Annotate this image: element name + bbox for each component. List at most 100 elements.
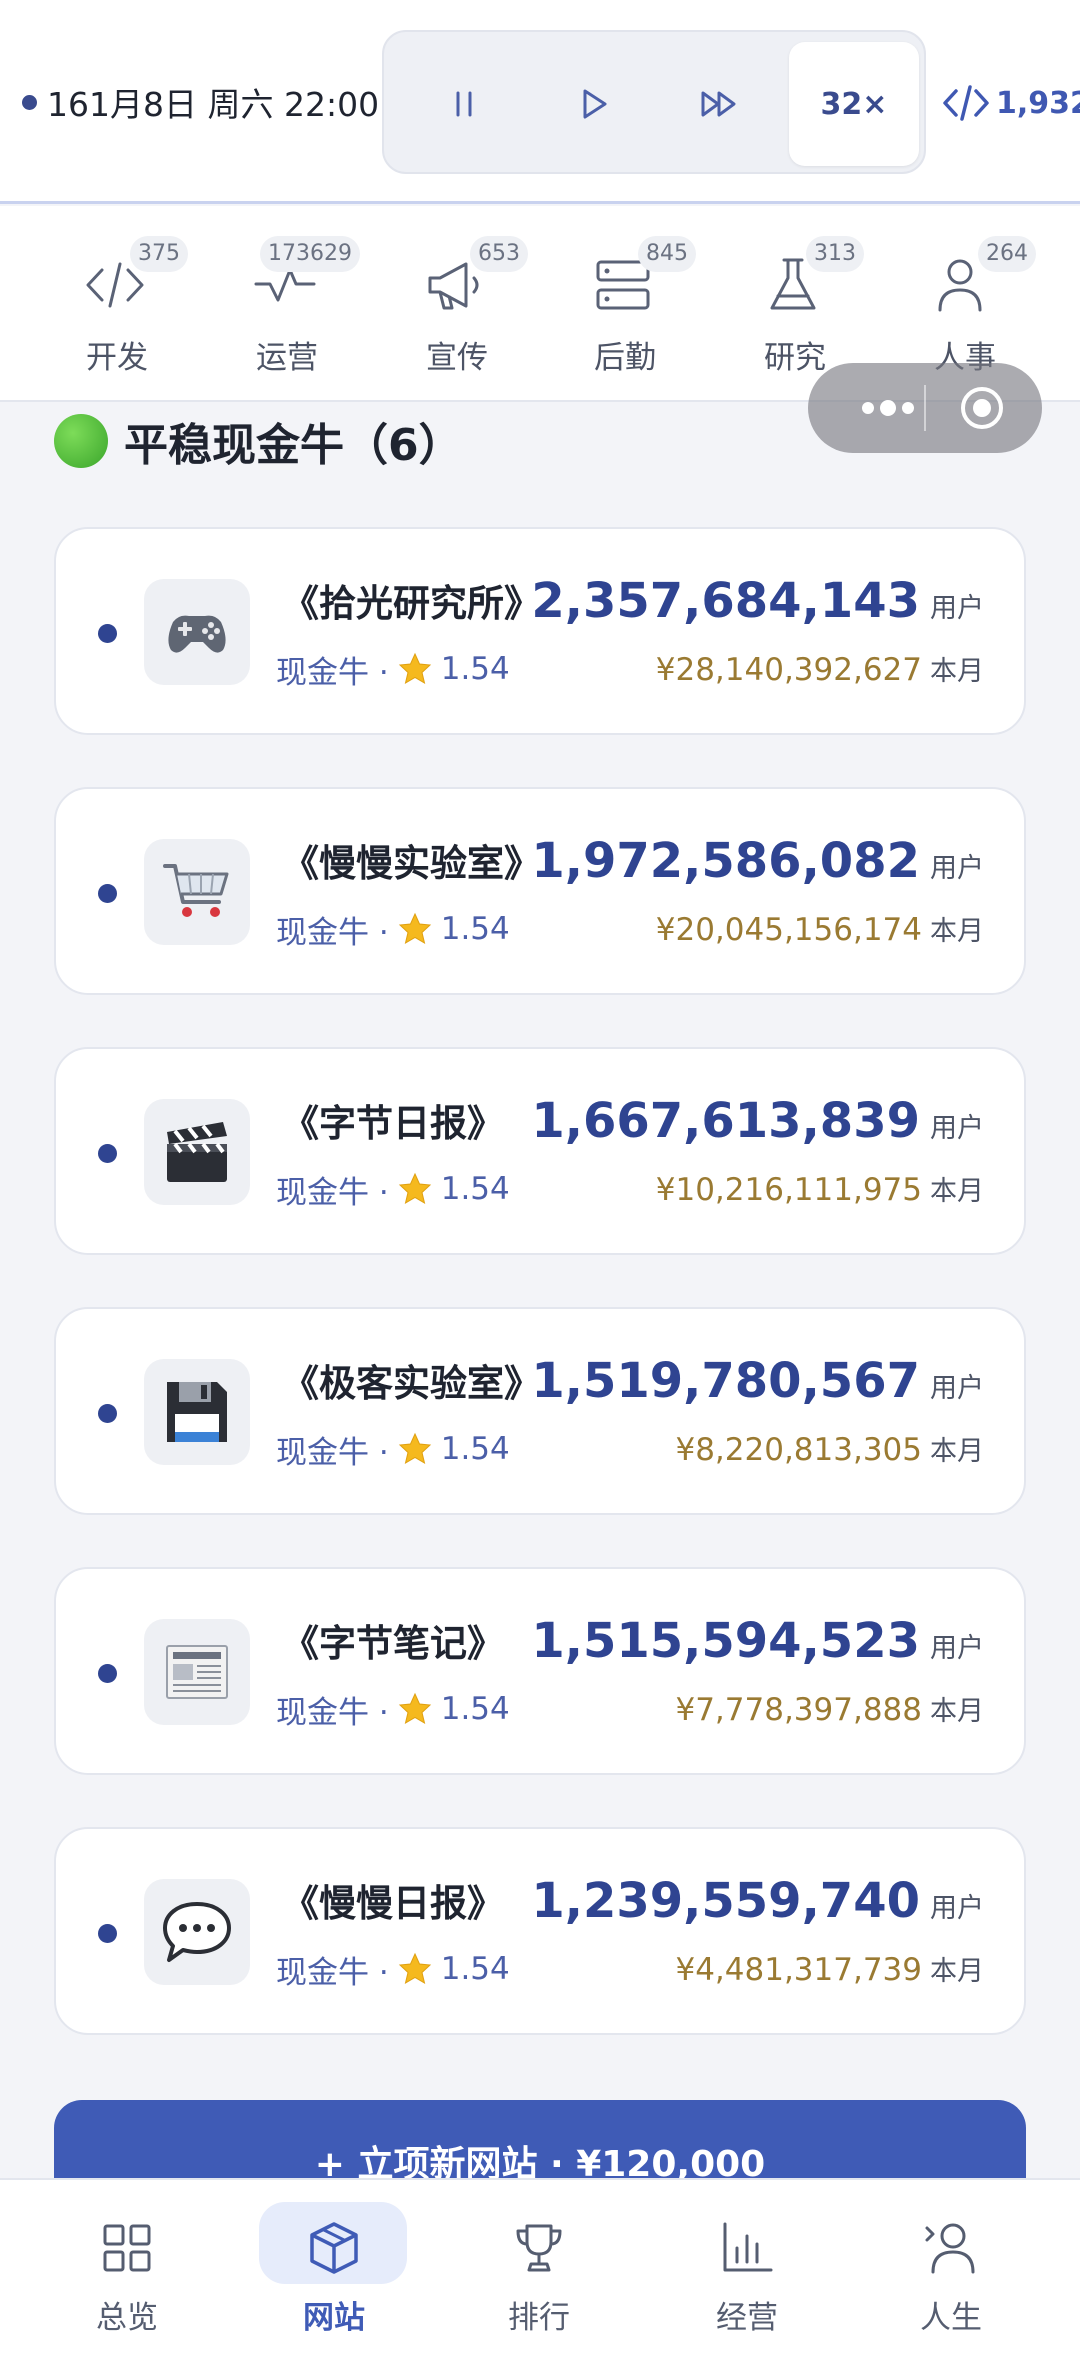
site-rating: 1.54 [440, 1171, 510, 1207]
resource-logistics[interactable]: 845 后勤 [550, 230, 700, 390]
speed-controls: 32× [382, 30, 926, 174]
bottom-nav: 总览 网站 排行 经营 人生 [0, 2178, 1080, 2363]
site-card[interactable]: 《字节笔记》 现金牛 · 1.54 1,515,594,523 用户 ¥7,77… [54, 1567, 1026, 1775]
site-card[interactable]: 《慢慢实验室》 现金牛 · 1.54 1,972,586,082 用户 ¥20,… [54, 787, 1026, 995]
site-revenue-unit: 本月 [930, 1956, 984, 1987]
site-name: 《字节日报》 [282, 1102, 504, 1145]
site-card[interactable]: 《拾光研究所》 现金牛 · 1.54 2,357,684,143 用户 ¥28,… [54, 527, 1026, 735]
resource-marketing[interactable]: 653 宣传 [382, 230, 532, 390]
more-options-icon[interactable] [852, 391, 924, 425]
site-users-value: 2,357,684,143 [531, 573, 920, 629]
nav-overview[interactable]: 总览 [52, 2202, 202, 2352]
play-icon [583, 89, 607, 119]
site-meta: 现金牛 · 1.54 [276, 907, 510, 951]
site-users: 1,667,613,839 用户 [531, 1093, 984, 1159]
resource-logistics-label: 后勤 [594, 340, 656, 376]
site-revenue-unit: 本月 [930, 1696, 984, 1727]
game-date-text: 161月8日 周六 22:00 [47, 85, 380, 124]
site-name: 《拾光研究所》 [282, 582, 541, 625]
star-icon [398, 1432, 431, 1465]
nav-websites[interactable]: 网站 [259, 2202, 409, 2352]
capsule-divider [924, 385, 926, 431]
site-tag: 现金牛 · [276, 1434, 389, 1471]
resource-ops[interactable]: 173629 运营 [212, 230, 362, 390]
site-users-unit: 用户 [930, 853, 984, 884]
site-revenue-value: ¥20,045,156,174 [655, 912, 922, 948]
site-rating: 1.54 [440, 1691, 510, 1727]
site-users-unit: 用户 [930, 593, 984, 624]
game-controller-icon [168, 615, 226, 653]
site-meta: 现金牛 · 1.54 [276, 1167, 510, 1211]
play-button[interactable] [534, 42, 654, 166]
site-thumbnail [144, 1619, 250, 1725]
site-thumbnail [144, 1099, 250, 1205]
floppy-disk-icon [167, 1382, 227, 1442]
speed-32x-button[interactable]: 32× [789, 42, 919, 166]
app-root: 161月8日 周六 22:00 32× 1,93 375 开发 173629 运… [0, 0, 1080, 2363]
site-name: 《慢慢日报》 [282, 1882, 504, 1925]
site-users: 1,972,586,082 用户 [531, 833, 984, 899]
site-tag: 现金牛 · [276, 654, 389, 691]
code-icon [943, 85, 989, 121]
site-name: 《极客实验室》 [282, 1362, 541, 1405]
site-users-value: 1,519,780,567 [531, 1353, 920, 1409]
fast-forward-icon [701, 91, 736, 117]
resource-ops-label: 运营 [256, 340, 318, 376]
site-meta: 现金牛 · 1.54 [276, 1427, 510, 1471]
newspaper-icon [166, 1645, 228, 1699]
site-revenue: ¥10,216,111,975 本月 [656, 1169, 984, 1209]
nav-life-label: 人生 [920, 2300, 982, 2336]
site-users: 2,357,684,143 用户 [531, 573, 984, 639]
person-icon [925, 2223, 975, 2274]
site-revenue-value: ¥10,216,111,975 [655, 1172, 922, 1208]
star-icon [398, 1692, 431, 1725]
bullet-dot [98, 1664, 117, 1683]
resource-dev[interactable]: 375 开发 [42, 230, 192, 390]
nav-business-label: 经营 [716, 2300, 778, 2336]
site-rating: 1.54 [440, 1951, 510, 1987]
site-users-value: 1,515,594,523 [531, 1613, 920, 1669]
site-meta: 现金牛 · 1.54 [276, 1687, 510, 1731]
nav-business[interactable]: 经营 [672, 2202, 822, 2352]
site-revenue-value: ¥8,220,813,305 [675, 1432, 922, 1468]
site-users-value: 1,239,559,740 [531, 1873, 920, 1929]
resource-marketing-count: 653 [470, 236, 528, 272]
nav-life[interactable]: 人生 [876, 2202, 1026, 2352]
section-title-text: 平稳现金牛（6） [124, 420, 463, 471]
site-revenue-value: ¥7,778,397,888 [675, 1692, 922, 1728]
star-icon [398, 652, 431, 685]
site-users-unit: 用户 [930, 1893, 984, 1924]
code-points-counter: 1,932 [942, 78, 1080, 128]
close-target-icon[interactable] [958, 384, 1006, 432]
nav-ranking[interactable]: 排行 [464, 2202, 614, 2352]
bullet-dot [98, 624, 117, 643]
site-revenue: ¥4,481,317,739 本月 [675, 1949, 984, 1989]
site-revenue: ¥7,778,397,888 本月 [675, 1689, 984, 1729]
site-users: 1,239,559,740 用户 [531, 1873, 984, 1939]
pause-button[interactable] [404, 42, 524, 166]
site-card[interactable]: 《慢慢日报》 现金牛 · 1.54 1,239,559,740 用户 ¥4,48… [54, 1827, 1026, 2035]
star-icon [398, 1952, 431, 1985]
site-card[interactable]: 《字节日报》 现金牛 · 1.54 1,667,613,839 用户 ¥10,2… [54, 1047, 1026, 1255]
resource-research-count: 313 [806, 236, 864, 272]
site-tag: 现金牛 · [276, 1954, 389, 1991]
pause-icon [456, 91, 472, 117]
speech-bubble-icon [163, 1902, 231, 1962]
site-card[interactable]: 《极客实验室》 现金牛 · 1.54 1,519,780,567 用户 ¥8,2… [54, 1307, 1026, 1515]
site-thumbnail [144, 839, 250, 945]
site-rating: 1.54 [440, 1431, 510, 1467]
site-revenue: ¥28,140,392,627 本月 [656, 649, 984, 689]
shopping-cart-icon [163, 864, 229, 917]
top-bar: 161月8日 周六 22:00 32× 1,93 [0, 0, 1080, 204]
resource-hr-count: 264 [978, 236, 1036, 272]
site-users-value: 1,667,613,839 [531, 1093, 920, 1149]
site-tag: 现金牛 · [276, 1694, 389, 1731]
fast-forward-button[interactable] [659, 42, 779, 166]
site-tag: 现金牛 · [276, 914, 389, 951]
status-dot [22, 94, 37, 110]
site-users-value: 1,972,586,082 [531, 833, 920, 889]
green-circle-icon [54, 414, 108, 468]
site-name: 《慢慢实验室》 [282, 842, 541, 885]
miniprogram-capsule [808, 363, 1042, 453]
nav-websites-label: 网站 [303, 2300, 365, 2336]
